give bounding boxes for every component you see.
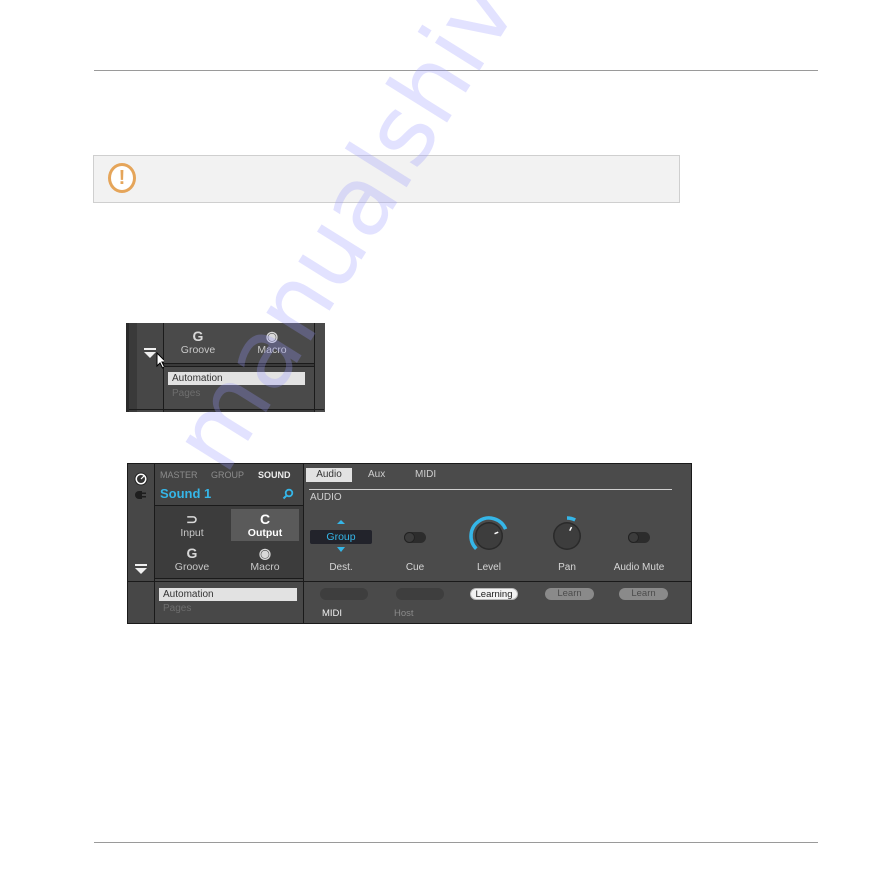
mode-midi[interactable]: MIDI xyxy=(322,608,342,619)
tab-underline xyxy=(309,489,672,490)
list-area: Automation Pages xyxy=(164,367,314,409)
footer-rule xyxy=(94,842,818,843)
level-knob[interactable] xyxy=(467,514,511,558)
sound-name[interactable]: Sound 1 xyxy=(160,486,211,501)
warning-exclamation-icon: ! xyxy=(108,163,136,193)
module-macro[interactable]: Macro xyxy=(235,561,295,573)
learn-button-pan[interactable]: Learn xyxy=(545,588,594,600)
tab-master[interactable]: MASTER xyxy=(160,470,198,480)
macro-icon: ◉ xyxy=(265,328,279,344)
page-tab-audio[interactable]: Audio xyxy=(306,468,352,482)
modules-area: ⊃ Input C Output G Groove ◉ Macro xyxy=(155,506,303,579)
divider xyxy=(129,409,324,410)
level-label: Level xyxy=(477,562,501,573)
watermark: manualshive.com xyxy=(150,0,695,490)
modules-area: G Groove ◉ Macro xyxy=(164,323,314,364)
channel-properties-column: MASTER GROUP SOUND Sound 1 ⊃ Input C Out… xyxy=(155,464,304,623)
right-column xyxy=(314,323,325,412)
dest-selector[interactable]: Group xyxy=(310,530,372,544)
divider xyxy=(128,581,154,582)
section-title: AUDIO xyxy=(310,492,342,503)
dest-up-arrow-icon[interactable] xyxy=(337,520,345,524)
list-item-automation[interactable]: Automation xyxy=(168,372,305,385)
pan-knob[interactable] xyxy=(545,514,589,558)
page-tab-aux[interactable]: Aux xyxy=(368,468,385,482)
learn-area: Learning Learn Learn MIDI Host xyxy=(304,582,691,623)
output-icon: C xyxy=(259,511,271,527)
screenshot-collapsed-panel: G Groove ◉ Macro Automation Pages xyxy=(126,323,325,412)
audio-mute-label: Audio Mute xyxy=(613,562,665,573)
module-macro[interactable]: Macro xyxy=(242,344,302,356)
learn-slot-cue[interactable] xyxy=(396,588,444,600)
plug-icon[interactable] xyxy=(135,490,147,500)
search-icon[interactable] xyxy=(282,488,294,500)
list-item-automation[interactable]: Automation xyxy=(159,588,297,601)
audio-mute-toggle[interactable] xyxy=(628,532,650,543)
cue-toggle[interactable] xyxy=(404,532,426,543)
screenshot-output-panel: MASTER GROUP SOUND Sound 1 ⊃ Input C Out… xyxy=(127,463,692,624)
tab-sound[interactable]: SOUND xyxy=(258,470,291,480)
groove-icon: G xyxy=(186,545,198,561)
list-item-pages[interactable]: Pages xyxy=(163,603,191,614)
collapse-arrow-icon[interactable] xyxy=(135,568,147,574)
learn-slot-dest[interactable] xyxy=(320,588,368,600)
collapse-arrow-icon[interactable] xyxy=(144,352,156,358)
learn-button-audio-mute[interactable]: Learn xyxy=(619,588,668,600)
collapse-bar xyxy=(144,348,156,350)
volume-knob-icon[interactable] xyxy=(134,472,148,486)
side-column xyxy=(128,464,155,623)
module-groove[interactable]: Groove xyxy=(168,344,228,356)
module-groove[interactable]: Groove xyxy=(162,561,222,573)
warning-note-box: ! xyxy=(93,155,680,203)
groove-icon: G xyxy=(192,328,204,344)
list-item-pages[interactable]: Pages xyxy=(172,388,200,399)
side-column xyxy=(137,323,168,412)
module-output[interactable]: Output xyxy=(235,527,295,539)
output-parameters-area: Audio Aux MIDI AUDIO Group Dest. Cue Lev… xyxy=(304,464,691,623)
header-rule xyxy=(94,70,818,71)
dest-down-arrow-icon[interactable] xyxy=(337,547,345,552)
tab-group[interactable]: GROUP xyxy=(211,470,244,480)
learning-button-level[interactable]: Learning xyxy=(470,588,518,600)
divider xyxy=(155,581,303,582)
page-tab-midi[interactable]: MIDI xyxy=(415,468,436,482)
mode-host[interactable]: Host xyxy=(394,608,414,619)
channel-header: MASTER GROUP SOUND Sound 1 xyxy=(155,464,303,506)
module-input[interactable]: Input xyxy=(162,527,222,539)
collapse-bar xyxy=(135,564,147,566)
pan-label: Pan xyxy=(558,562,576,573)
cue-label: Cue xyxy=(405,562,425,573)
macro-icon: ◉ xyxy=(258,545,272,561)
dest-label: Dest. xyxy=(329,562,353,573)
input-icon: ⊃ xyxy=(186,511,198,527)
